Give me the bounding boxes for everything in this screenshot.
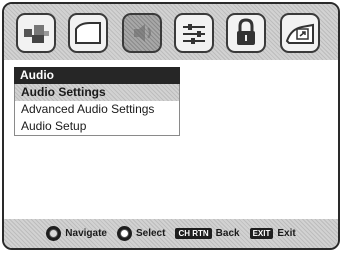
navigate-label: Navigate — [65, 228, 107, 239]
picture-icon-glyph — [24, 25, 49, 43]
navigate-hint: Navigate — [46, 226, 107, 241]
audio-menu-panel: Audio Audio Settings Advanced Audio Sett… — [14, 67, 180, 136]
lock-icon[interactable] — [226, 13, 266, 53]
applications-icon-glyph — [285, 23, 314, 44]
setup-sliders-icon-glyph — [183, 24, 205, 44]
applications-icon[interactable] — [280, 13, 320, 53]
ch-rtn-key: CH RTN — [175, 228, 212, 239]
exit-key: EXIT — [249, 228, 274, 239]
menu-item-audio-setup[interactable]: Audio Setup — [15, 118, 179, 135]
menu-item-audio-settings[interactable]: Audio Settings — [15, 84, 179, 101]
top-icon-bar — [4, 4, 338, 60]
menu-list: Audio Settings Advanced Audio Settings A… — [14, 84, 180, 136]
navigate-ring-icon — [46, 226, 62, 241]
audio-icon-glyph — [134, 24, 151, 42]
select-hint: Select — [116, 226, 166, 241]
back-label: Back — [215, 228, 240, 239]
menu-item-advanced-audio-settings[interactable]: Advanced Audio Settings — [15, 101, 179, 118]
exit-hint: EXIT Exit — [249, 228, 296, 239]
audio-icon[interactable] — [122, 13, 162, 53]
select-button-icon — [116, 226, 132, 241]
tv-menu-screen: Audio Audio Settings Advanced Audio Sett… — [2, 2, 340, 250]
lock-icon-glyph — [237, 18, 255, 45]
back-hint: CH RTN Back — [175, 228, 240, 239]
footer-hint-bar: Navigate Select CH RTN Back EXIT Exit — [4, 219, 338, 248]
picture-icon[interactable] — [16, 13, 56, 53]
menu-title: Audio — [14, 67, 180, 84]
exit-label: Exit — [277, 228, 296, 239]
setup-sliders-icon[interactable] — [174, 13, 214, 53]
screen-shape-icon[interactable] — [68, 13, 108, 53]
screen-shape-icon-glyph — [75, 22, 101, 44]
select-label: Select — [135, 228, 166, 239]
